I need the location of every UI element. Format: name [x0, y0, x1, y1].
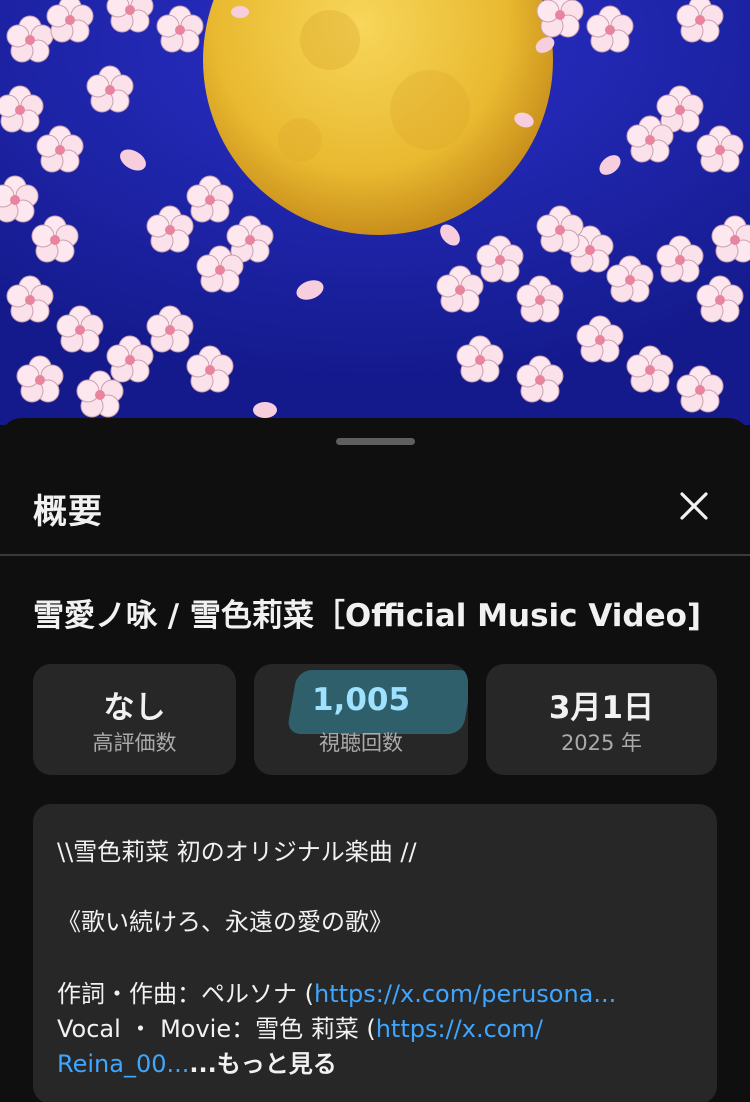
credit-text: Vocal ・ Movie：雪色 莉菜 (	[57, 1015, 376, 1043]
x-link[interactable]: https://x.com/perusona...	[314, 980, 616, 1008]
show-more-button[interactable]: ...もっと見る	[189, 1050, 336, 1078]
drag-handle[interactable]	[336, 438, 415, 445]
video-thumbnail[interactable]	[0, 0, 750, 425]
description-line: Reina_00......もっと見る	[57, 1044, 337, 1079]
views-label: 視聴回数	[319, 731, 403, 755]
date-value: 3月1日	[548, 690, 655, 726]
video-description-screen: 概要 雪愛ノ咏 / 雪色莉菜［Official Music Video] なし …	[0, 0, 750, 1102]
year-label: 2025 年	[560, 731, 643, 755]
description-line: 作詞・作曲：ペルソナ (https://x.com/perusona...	[57, 974, 616, 1009]
likes-value: なし	[103, 690, 166, 726]
date-stat: 3月1日 2025 年	[486, 664, 717, 775]
sheet-title: 概要	[33, 492, 103, 532]
description-box[interactable]: \\雪色莉菜 初のオリジナル楽曲 // 《歌い続けろ、永遠の愛の歌》 作詞・作曲…	[33, 804, 717, 1102]
header-divider	[0, 554, 750, 556]
description-line: Vocal ・ Movie：雪色 莉菜 (https://x.com/	[57, 1009, 543, 1044]
x-link[interactable]: Reina_00...	[57, 1050, 189, 1078]
close-icon	[680, 492, 708, 520]
views-value: 1,005	[311, 682, 411, 718]
close-button[interactable]	[672, 484, 716, 528]
description-sheet: 概要 雪愛ノ咏 / 雪色莉菜［Official Music Video] なし …	[0, 418, 750, 1102]
views-stat: 1,005 視聴回数	[254, 664, 468, 775]
x-link[interactable]: https://x.com/	[376, 1015, 543, 1043]
description-line: \\雪色莉菜 初のオリジナル楽曲 //	[57, 838, 417, 866]
likes-label: 高評価数	[92, 731, 177, 755]
video-title: 雪愛ノ咏 / 雪色莉菜［Official Music Video]	[33, 598, 702, 634]
likes-stat: なし 高評価数	[33, 664, 236, 775]
moon-and-cherry-blossoms-illustration	[0, 0, 750, 425]
description-line: 《歌い続けろ、永遠の愛の歌》	[57, 908, 393, 936]
credit-text: 作詞・作曲：ペルソナ (	[57, 980, 314, 1008]
